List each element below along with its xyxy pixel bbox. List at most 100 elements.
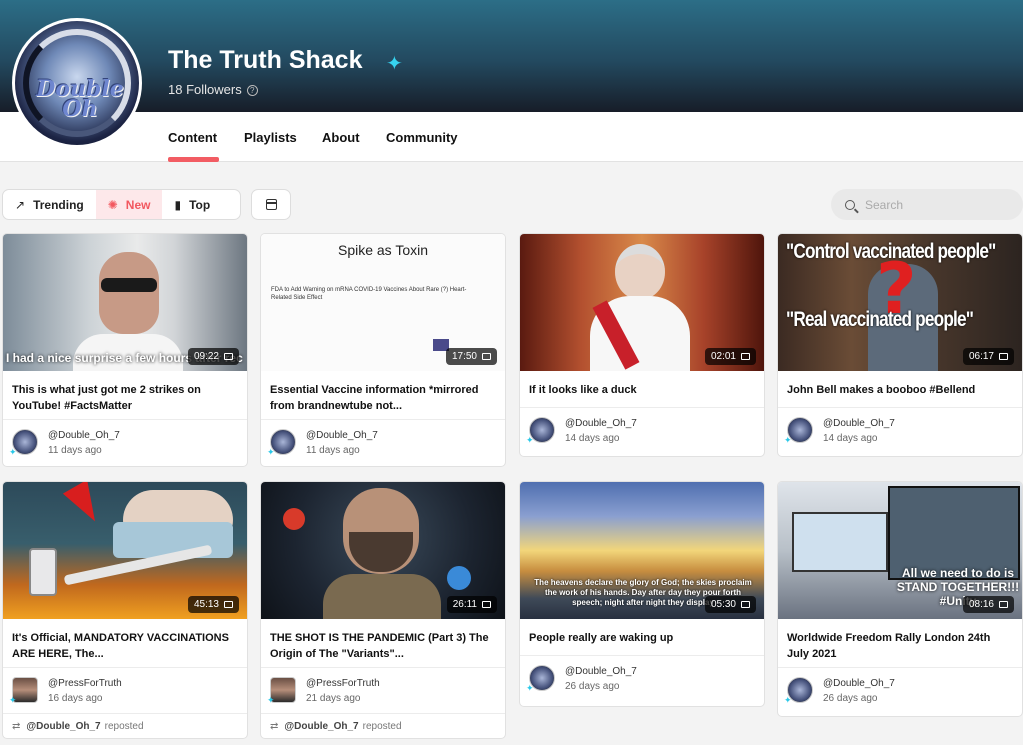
author-avatar[interactable]: ✦ <box>784 677 813 705</box>
video-card[interactable]: 02:01 If it looks like a duck ✦ @Double_… <box>519 233 765 457</box>
reposter-handle[interactable]: @Double_Oh_7 <box>284 721 358 732</box>
thumbnail-heading: Spike as Toxin <box>337 242 428 258</box>
author-handle[interactable]: @PressForTruth <box>306 678 380 689</box>
duration-label: 45:13 <box>193 599 219 610</box>
virus-graphic <box>283 508 305 530</box>
video-card[interactable]: ? "Control vaccinated people" "Real vacc… <box>777 233 1023 457</box>
author-avatar[interactable]: ✦ <box>267 429 296 457</box>
video-camera-icon <box>999 353 1008 360</box>
video-title[interactable]: THE SHOT IS THE PANDEMIC (Part 3) The Or… <box>261 619 505 667</box>
duration-label: 02:01 <box>710 351 736 362</box>
reposter-handle[interactable]: @Double_Oh_7 <box>26 721 100 732</box>
author-row: ✦ @Double_Oh_7 26 days ago <box>778 667 1022 713</box>
author-avatar[interactable]: ✦ <box>784 417 813 445</box>
author-handle[interactable]: @Double_Oh_7 <box>48 430 120 441</box>
author-avatar[interactable]: ✦ <box>526 665 555 693</box>
tab-community[interactable]: Community <box>386 130 458 145</box>
channel-avatar[interactable]: Double Oh <box>12 18 142 148</box>
video-title[interactable]: If it looks like a duck <box>520 371 764 407</box>
video-title[interactable]: Essential Vaccine information *mirrored … <box>261 371 505 419</box>
video-thumbnail[interactable]: Spike as Toxin FDA to Add Warning on mRN… <box>261 234 505 371</box>
video-thumbnail[interactable]: All we need to do is STAND TOGETHER!!! #… <box>778 482 1022 619</box>
repost-label: reposted <box>104 721 144 732</box>
active-tab-indicator <box>168 157 219 162</box>
author-avatar[interactable]: ✦ <box>9 429 38 457</box>
layout-toggle-button[interactable] <box>251 189 291 220</box>
duration-label: 26:11 <box>452 599 477 610</box>
video-card[interactable]: Spike as Toxin FDA to Add Warning on mRN… <box>260 233 506 467</box>
video-thumbnail[interactable]: I had a nice surprise a few hours after … <box>3 234 247 371</box>
video-camera-icon <box>224 601 233 608</box>
tab-about[interactable]: About <box>322 130 360 145</box>
channel-title: The Truth Shack <box>168 46 363 74</box>
author-row: ✦ @PressForTruth 16 days ago <box>3 667 247 713</box>
sort-new-button[interactable]: ✺ New <box>95 190 163 219</box>
author-avatar[interactable]: ✦ <box>267 677 296 705</box>
author-avatar[interactable]: ✦ <box>9 677 38 705</box>
layout-icon <box>265 199 277 210</box>
virus-graphic <box>447 566 471 590</box>
video-thumbnail[interactable]: 02:01 <box>520 234 764 371</box>
author-handle[interactable]: @Double_Oh_7 <box>565 666 637 677</box>
author-handle[interactable]: @Double_Oh_7 <box>823 678 895 689</box>
video-thumbnail[interactable]: The heavens declare the glory of God; th… <box>520 482 764 619</box>
trending-icon: ↗ <box>15 197 26 212</box>
duration-label: 06:17 <box>968 351 994 362</box>
thumbnail-caption: "Control vaccinated people" <box>786 240 996 263</box>
author-handle[interactable]: @Double_Oh_7 <box>306 430 378 441</box>
video-card[interactable]: 26:11 THE SHOT IS THE PANDEMIC (Part 3) … <box>260 481 506 739</box>
author-handle[interactable]: @Double_Oh_7 <box>565 418 637 429</box>
duration-badge: 06:17 <box>962 348 1014 365</box>
search-box <box>831 189 1023 220</box>
repost-icon: ⇄ <box>12 721 21 732</box>
duration-badge: 45:13 <box>187 596 239 613</box>
sort-segmented-control: ↗ Trending ✺ New ▮ Top <box>2 189 241 220</box>
video-thumbnail[interactable]: 26:11 <box>261 482 505 619</box>
video-title[interactable]: Worldwide Freedom Rally London 24th July… <box>778 619 1022 667</box>
video-card[interactable]: The heavens declare the glory of God; th… <box>519 481 765 707</box>
sort-top-button[interactable]: ▮ Top <box>162 190 222 219</box>
author-handle[interactable]: @Double_Oh_7 <box>823 418 895 429</box>
video-camera-icon <box>224 353 233 360</box>
author-handle[interactable]: @PressForTruth <box>48 678 122 689</box>
repost-icon: ⇄ <box>270 721 279 732</box>
avatar-logo: Double Oh <box>36 76 124 122</box>
followers-count: 18 Followers? <box>168 82 258 97</box>
duration-badge: 08:16 <box>962 596 1014 613</box>
search-icon <box>845 199 855 210</box>
video-camera-icon <box>482 601 491 608</box>
video-camera-icon <box>741 601 750 608</box>
video-age: 14 days ago <box>565 433 620 444</box>
verified-icon: ✦ <box>784 695 792 705</box>
bar-chart-icon: ▮ <box>174 197 182 212</box>
search-input[interactable] <box>865 197 1005 212</box>
video-card[interactable]: All we need to do is STAND TOGETHER!!! #… <box>777 481 1023 717</box>
video-title[interactable]: This is what just got me 2 strikes on Yo… <box>3 371 247 419</box>
video-card[interactable]: I had a nice surprise a few hours after … <box>2 233 248 467</box>
video-age: 11 days ago <box>48 445 102 456</box>
video-card[interactable]: 45:13 It's Official, MANDATORY VACCINATI… <box>2 481 248 739</box>
help-icon[interactable]: ? <box>246 85 258 96</box>
video-age: 26 days ago <box>565 681 620 692</box>
author-avatar[interactable]: ✦ <box>526 417 555 445</box>
person-face <box>99 252 159 334</box>
author-row: ✦ @Double_Oh_7 11 days ago <box>3 419 247 465</box>
video-thumbnail[interactable]: 45:13 <box>3 482 247 619</box>
tab-content[interactable]: Content <box>168 130 217 145</box>
tab-playlists[interactable]: Playlists <box>244 130 297 145</box>
video-title[interactable]: John Bell makes a booboo #Bellend <box>778 371 1022 407</box>
repost-row: ⇄ @Double_Oh_7 reposted <box>261 713 505 738</box>
channel-page: Double Oh The Truth Shack ✦ 18 Followers… <box>0 0 1023 745</box>
red-arrow <box>62 482 108 529</box>
thumbnail-subtext: FDA to Add Warning on mRNA COVID-19 Vacc… <box>271 287 467 301</box>
verified-icon: ✦ <box>267 695 275 705</box>
video-title[interactable]: People really are waking up <box>520 619 764 655</box>
video-camera-icon <box>999 601 1008 608</box>
video-thumbnail[interactable]: ? "Control vaccinated people" "Real vacc… <box>778 234 1022 371</box>
person-shirt <box>323 574 441 619</box>
author-row: ✦ @Double_Oh_7 26 days ago <box>520 655 764 701</box>
video-title[interactable]: It's Official, MANDATORY VACCINATIONS AR… <box>3 619 247 667</box>
sort-trending-button[interactable]: ↗ Trending <box>3 190 96 219</box>
sparkle-icon: ✺ <box>107 197 118 212</box>
verified-icon: ✦ <box>784 435 792 445</box>
